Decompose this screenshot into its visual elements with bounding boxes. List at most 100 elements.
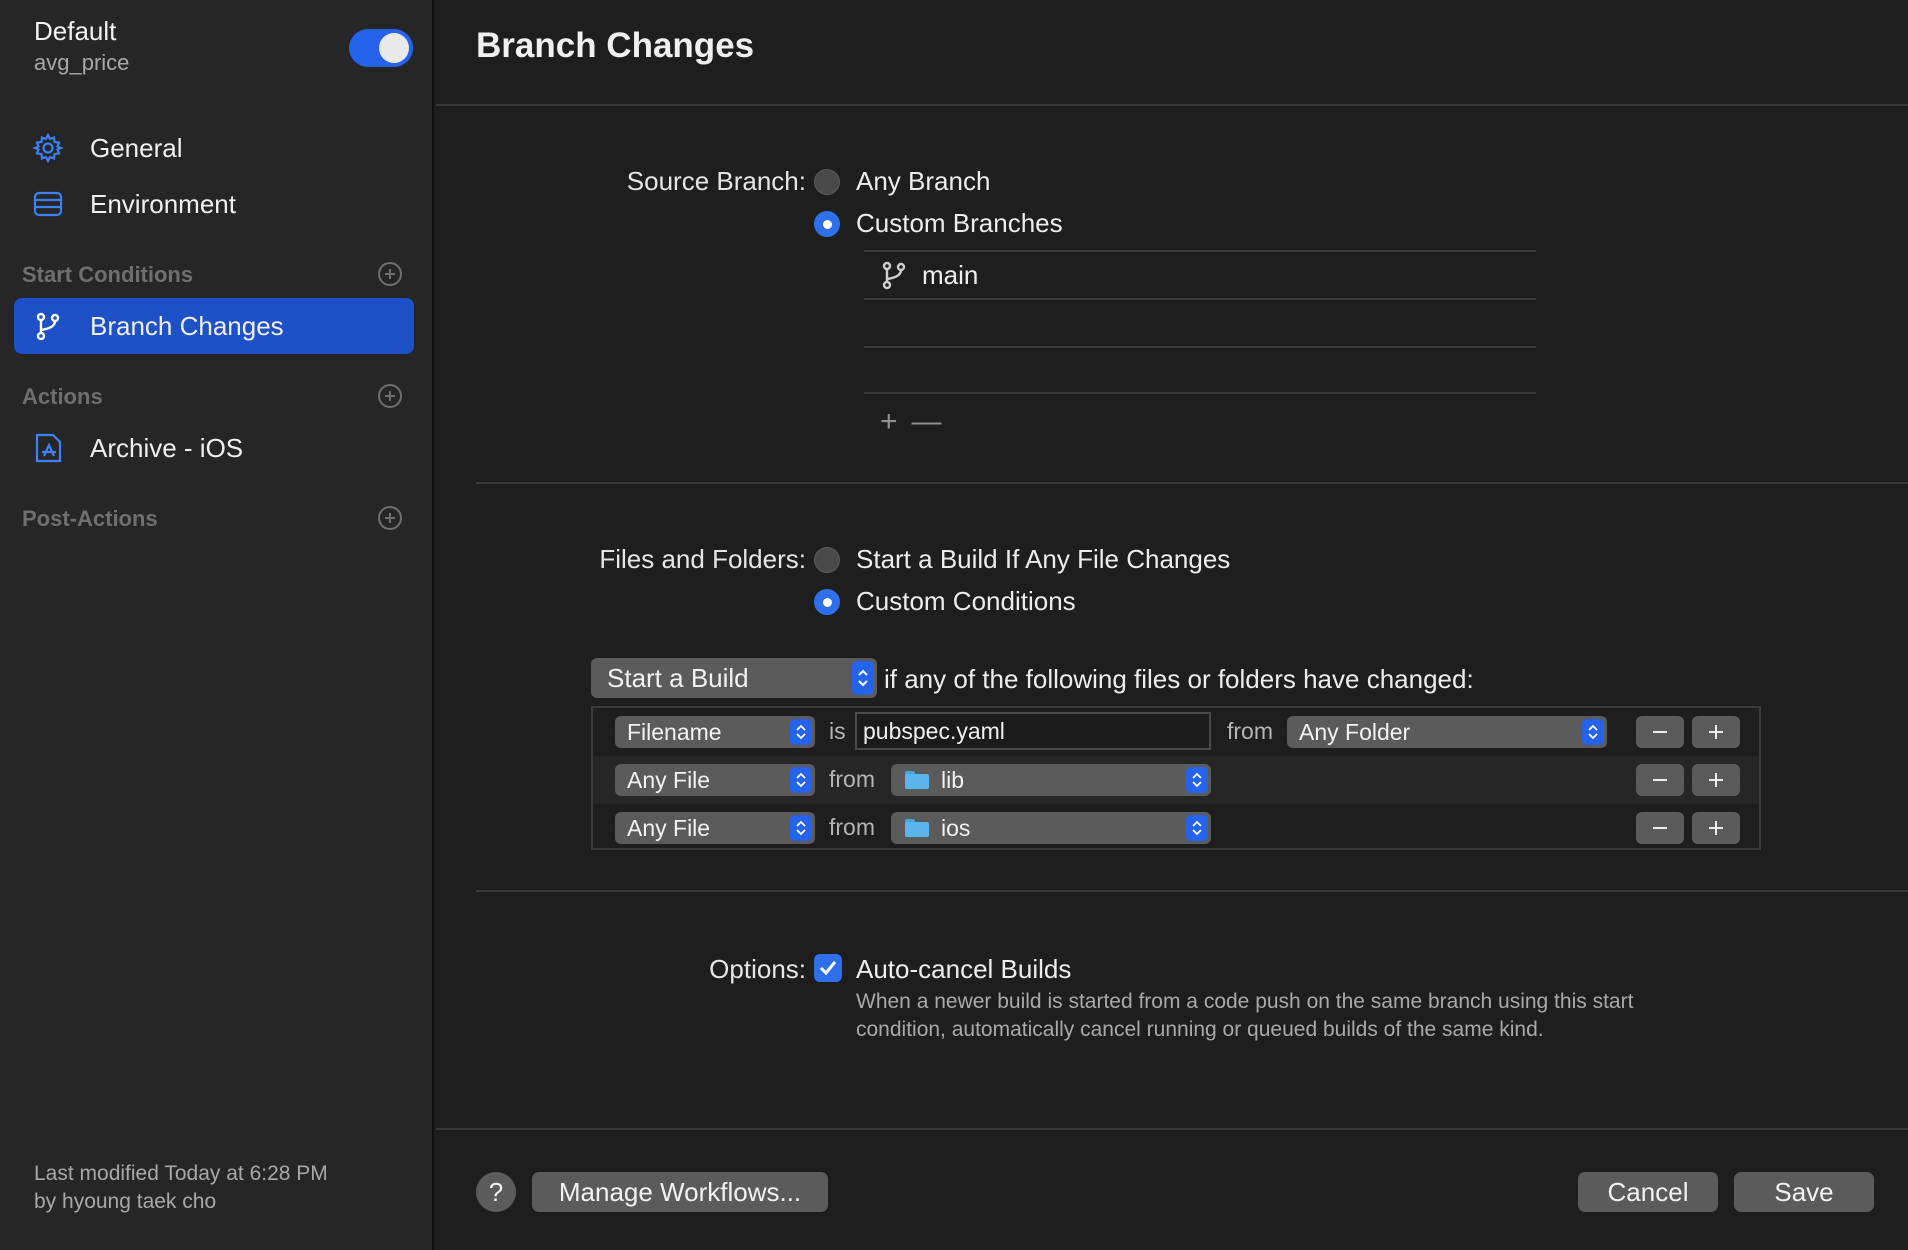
condition-type-select[interactable]: Filename xyxy=(615,716,815,748)
table-row: Any File from ios xyxy=(593,804,1759,852)
list-controls: + — xyxy=(880,405,942,439)
last-modified: Last modified Today at 6:28 PM by hyoung… xyxy=(34,1160,328,1216)
workflow-name: Default xyxy=(34,16,117,46)
radio-any-file-changes[interactable]: Start a Build If Any File Changes xyxy=(814,544,1230,575)
section-actions: Actions xyxy=(22,384,402,414)
add-condition-button[interactable] xyxy=(1692,812,1740,844)
chevron-updown-icon xyxy=(1582,719,1604,745)
app-store-icon xyxy=(30,430,66,466)
remove-condition-button[interactable] xyxy=(1636,716,1684,748)
select-value: Filename xyxy=(627,718,722,745)
minus-icon xyxy=(1653,827,1667,829)
page-title: Branch Changes xyxy=(476,26,755,65)
sidebar-item-branch-changes[interactable]: Branch Changes xyxy=(14,298,414,354)
chevron-updown-icon xyxy=(790,767,812,793)
auto-cancel-label: Auto-cancel Builds xyxy=(856,954,1072,984)
section-title: Actions xyxy=(22,384,103,409)
manage-workflows-button[interactable]: Manage Workflows... xyxy=(532,1172,828,1212)
plus-icon xyxy=(1709,821,1723,835)
condition-type-select[interactable]: Any File xyxy=(615,764,815,796)
main-panel: Branch Changes Source Branch: Any Branch… xyxy=(436,0,1908,1250)
description-line1: When a newer build is started from a cod… xyxy=(856,990,1634,1013)
select-value: Any Folder xyxy=(1299,718,1411,745)
sidebar-item-archive-ios[interactable]: Archive - iOS xyxy=(14,420,414,476)
radio-custom-branches[interactable]: Custom Branches xyxy=(814,208,1063,239)
build-mode-select[interactable]: Start a Build xyxy=(591,658,877,698)
select-value: ios xyxy=(941,814,971,841)
folder-icon xyxy=(905,771,929,789)
filename-input[interactable]: pubspec.yaml xyxy=(855,712,1211,750)
sidebar-item-label: Archive - iOS xyxy=(90,432,244,463)
add-circle-icon[interactable] xyxy=(378,384,402,408)
plus-icon xyxy=(1709,773,1723,787)
build-condition-text: if any of the following files or folders… xyxy=(884,664,1474,694)
checkmark-icon xyxy=(819,961,837,976)
remove-branch-button[interactable]: — xyxy=(912,405,942,439)
folder-select[interactable]: lib xyxy=(891,764,1211,796)
select-value: Any File xyxy=(627,766,711,793)
chevron-updown-icon xyxy=(790,815,812,841)
chevron-updown-icon xyxy=(790,719,812,745)
last-modified-line1: Last modified Today at 6:28 PM xyxy=(34,1162,328,1185)
section-post-actions: Post-Actions xyxy=(22,506,402,536)
help-button[interactable]: ? xyxy=(476,1172,516,1212)
table-row: Filename is pubspec.yaml from Any Folder xyxy=(593,708,1759,756)
cancel-button[interactable]: Cancel xyxy=(1578,1172,1718,1212)
source-branch-label: Source Branch: xyxy=(626,166,806,196)
remove-condition-button[interactable] xyxy=(1636,764,1684,796)
minus-icon xyxy=(1653,731,1667,733)
auto-cancel-checkbox[interactable] xyxy=(814,954,842,982)
last-modified-line2: by hyoung taek cho xyxy=(34,1190,217,1213)
remove-condition-button[interactable] xyxy=(1636,812,1684,844)
save-button[interactable]: Save xyxy=(1734,1172,1874,1212)
conditions-table: Filename is pubspec.yaml from Any Folder… xyxy=(591,706,1761,850)
branch-icon xyxy=(878,259,910,291)
list-item-empty xyxy=(864,298,1536,346)
divider xyxy=(436,1128,1908,1130)
branch-list: main xyxy=(864,250,1536,394)
radio-label: Start a Build If Any File Changes xyxy=(856,544,1231,574)
radio-indicator xyxy=(814,588,840,615)
radio-custom-conditions[interactable]: Custom Conditions xyxy=(814,586,1076,617)
workflow-enabled-toggle[interactable] xyxy=(349,29,413,67)
condition-type-select[interactable]: Any File xyxy=(615,812,815,844)
auto-cancel-description: When a newer build is started from a cod… xyxy=(856,988,1756,1044)
sidebar: Default avg_price General Environment St… xyxy=(0,0,434,1250)
add-condition-button[interactable] xyxy=(1692,716,1740,748)
sidebar-item-general[interactable]: General xyxy=(14,120,414,176)
minus-icon xyxy=(1653,779,1667,781)
gear-icon xyxy=(30,130,66,166)
select-value: lib xyxy=(941,766,965,793)
add-circle-icon[interactable] xyxy=(378,506,402,530)
from-word: from xyxy=(829,766,875,792)
chevron-updown-icon xyxy=(852,661,874,695)
section-start-conditions: Start Conditions xyxy=(22,262,402,292)
add-condition-button[interactable] xyxy=(1692,764,1740,796)
select-value: Start a Build xyxy=(607,662,749,693)
radio-any-branch[interactable]: Any Branch xyxy=(814,166,990,197)
radio-indicator xyxy=(814,168,840,195)
sidebar-item-label: General xyxy=(90,132,183,163)
radio-indicator xyxy=(814,546,840,573)
sidebar-item-label: Environment xyxy=(90,188,236,219)
list-item[interactable]: main xyxy=(864,250,1536,298)
toggle-knob xyxy=(379,33,409,63)
folder-icon xyxy=(905,819,929,837)
sidebar-item-label: Branch Changes xyxy=(90,310,284,341)
radio-label: Custom Branches xyxy=(856,208,1063,238)
folder-select[interactable]: Any Folder xyxy=(1287,716,1607,748)
server-icon xyxy=(30,186,66,222)
from-word: from xyxy=(1227,718,1273,744)
sidebar-item-environment[interactable]: Environment xyxy=(14,176,414,232)
folder-select[interactable]: ios xyxy=(891,812,1211,844)
list-item-empty xyxy=(864,346,1536,394)
radio-label: Custom Conditions xyxy=(856,586,1076,616)
add-circle-icon[interactable] xyxy=(378,262,402,286)
branch-name: main xyxy=(922,259,979,290)
add-branch-button[interactable]: + xyxy=(880,405,898,439)
options-label: Options: xyxy=(709,954,806,984)
from-word: from xyxy=(829,814,875,840)
divider xyxy=(476,890,1908,892)
radio-label: Any Branch xyxy=(856,166,991,196)
branch-icon xyxy=(30,308,66,344)
